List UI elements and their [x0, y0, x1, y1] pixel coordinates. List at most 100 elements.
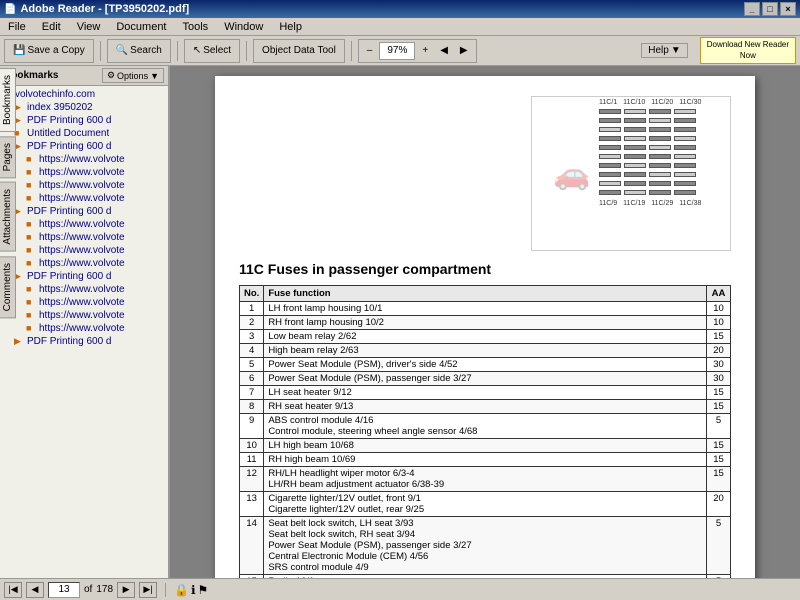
- bookmark-icon: ■: [26, 232, 36, 242]
- comments-tab[interactable]: Comments: [0, 256, 16, 318]
- lock-icon: 🔒: [174, 583, 189, 597]
- toolbar-separator: [100, 41, 101, 61]
- menu-file[interactable]: File: [4, 19, 30, 35]
- bookmark-label: https://www.volvote: [39, 232, 125, 243]
- attachments-tab[interactable]: Attachments: [0, 182, 16, 252]
- row-no: 2: [240, 316, 264, 330]
- row-no: 15: [240, 575, 264, 579]
- nav-back-button[interactable]: ◀: [435, 41, 453, 61]
- bookmark-label: https://www.volvote: [39, 154, 125, 165]
- last-page-button[interactable]: ▶|: [139, 582, 157, 598]
- bookmark-item[interactable]: ■https://www.volvote: [2, 296, 166, 309]
- section-title: 11C Fuses in passenger compartment: [239, 261, 731, 277]
- row-func: LH seat heater 9/12: [264, 386, 707, 400]
- fuse-diagram: 🚗 11C/1 11C/10 11C/20 11C/30: [239, 96, 731, 251]
- table-row: 9 ABS control module 4/16Control module,…: [240, 414, 731, 439]
- bookmark-item[interactable]: ■https://www.volvote: [2, 153, 166, 166]
- row-no: 8: [240, 400, 264, 414]
- bookmark-item[interactable]: ■https://www.volvote: [2, 192, 166, 205]
- bookmark-item[interactable]: ■Untitled Document: [2, 127, 166, 140]
- bookmark-item[interactable]: ▶PDF Printing 600 d: [2, 205, 166, 218]
- bookmark-icon: ■: [26, 323, 36, 333]
- row-func: LH high beam 10/68: [264, 439, 707, 453]
- zoom-out-button[interactable]: –: [362, 41, 378, 61]
- bookmark-item[interactable]: ▶PDF Printing 600 d: [2, 270, 166, 283]
- bookmark-item[interactable]: ▶PDF Printing 600 d: [2, 114, 166, 127]
- bookmark-item[interactable]: ■https://www.volvote: [2, 166, 166, 179]
- select-group: ↖ Select: [184, 39, 240, 63]
- minimize-button[interactable]: _: [744, 2, 760, 16]
- menu-window[interactable]: Window: [220, 19, 267, 35]
- next-page-button[interactable]: ▶: [117, 582, 135, 598]
- row-func: RH/LH headlight wiper motor 6/3-4LH/RH b…: [264, 467, 707, 492]
- bookmark-item[interactable]: ▶PDF Printing 600 d: [2, 335, 166, 348]
- zoom-field[interactable]: [379, 42, 415, 60]
- select-button[interactable]: ↖ Select: [188, 41, 236, 61]
- fuse-col-1: [599, 108, 621, 196]
- bookmark-item[interactable]: ■https://www.volvote: [2, 218, 166, 231]
- window-controls[interactable]: _ □ ×: [744, 2, 796, 16]
- save-copy-button[interactable]: 💾 Save a Copy: [8, 41, 90, 61]
- bookmark-icon: ▶: [14, 336, 24, 347]
- bookmark-item[interactable]: ▶PDF Printing 600 d: [2, 140, 166, 153]
- bookmark-label: https://www.volvote: [39, 323, 125, 334]
- bookmark-icon: ■: [26, 310, 36, 320]
- search-button[interactable]: 🔍 Search: [111, 41, 167, 61]
- toolbar-separator3: [246, 41, 247, 61]
- title-bar: 📄 Adobe Reader - [TP3950202.pdf] _ □ ×: [0, 0, 800, 18]
- close-button[interactable]: ×: [780, 2, 796, 16]
- menu-help[interactable]: Help: [275, 19, 306, 35]
- row-func: ABS control module 4/16Control module, s…: [264, 414, 707, 439]
- row-no: 11: [240, 453, 264, 467]
- object-data-button[interactable]: Object Data Tool: [257, 41, 341, 61]
- bookmark-item[interactable]: ■https://www.volvote: [2, 231, 166, 244]
- bookmark-item[interactable]: ■https://www.volvote: [2, 283, 166, 296]
- menu-document[interactable]: Document: [112, 19, 170, 35]
- options-button[interactable]: ⚙ Options ▼: [102, 68, 164, 83]
- row-func: LH front lamp housing 10/1: [264, 302, 707, 316]
- options-icon: ⚙: [107, 70, 115, 81]
- download-new-reader-button[interactable]: Download New ReaderNow: [700, 37, 796, 64]
- bookmark-item[interactable]: ▶index 3950202: [2, 101, 166, 114]
- floppy-icon: 💾: [13, 45, 25, 56]
- maximize-button[interactable]: □: [762, 2, 778, 16]
- bookmark-label: PDF Printing 600 d: [27, 141, 112, 152]
- nav-forward-button[interactable]: ▶: [455, 41, 473, 61]
- row-aa: 15: [707, 386, 731, 400]
- row-aa: 5: [707, 414, 731, 439]
- table-row: 3 Low beam relay 2/62 15: [240, 330, 731, 344]
- col-header-aa: AA: [707, 286, 731, 302]
- bookmark-label: https://www.volvote: [39, 193, 125, 204]
- pdf-viewer[interactable]: 🚗 11C/1 11C/10 11C/20 11C/30: [170, 66, 800, 578]
- first-page-button[interactable]: |◀: [4, 582, 22, 598]
- zoom-in-button[interactable]: +: [417, 41, 433, 61]
- table-row: 11 RH high beam 10/69 15: [240, 453, 731, 467]
- bookmark-item[interactable]: ■https://www.volvote: [2, 257, 166, 270]
- row-func: High beam relay 2/63: [264, 344, 707, 358]
- menu-view[interactable]: View: [73, 19, 105, 35]
- menu-edit[interactable]: Edit: [38, 19, 65, 35]
- toolbar-separator2: [177, 41, 178, 61]
- info-icon: ℹ: [191, 583, 196, 597]
- bookmark-item[interactable]: ■https://www.volvote: [2, 244, 166, 257]
- bookmark-item[interactable]: ■https://www.volvote: [2, 309, 166, 322]
- help-button[interactable]: Help ▼: [641, 43, 687, 58]
- menu-tools[interactable]: Tools: [179, 19, 213, 35]
- bookmark-label: https://www.volvote: [39, 167, 125, 178]
- bookmark-label: index 3950202: [27, 102, 93, 113]
- menu-bar: File Edit View Document Tools Window Hel…: [0, 18, 800, 36]
- bookmark-label: PDF Printing 600 d: [27, 271, 112, 282]
- col-label-11c20: 11C/20: [651, 99, 673, 106]
- prev-page-button[interactable]: ◀: [26, 582, 44, 598]
- bookmarks-tab[interactable]: Bookmarks: [0, 68, 16, 132]
- bookmark-item[interactable]: ■https://www.volvote: [2, 322, 166, 335]
- bookmark-item[interactable]: ▶volvotechinfo.com: [2, 88, 166, 101]
- bookmark-item[interactable]: ■https://www.volvote: [2, 179, 166, 192]
- table-row: 13 Cigarette lighter/12V outlet, front 9…: [240, 492, 731, 517]
- row-no: 6: [240, 372, 264, 386]
- current-page-field[interactable]: [48, 582, 80, 598]
- bookmark-label: PDF Printing 600 d: [27, 206, 112, 217]
- pages-tab[interactable]: Pages: [0, 136, 16, 178]
- col-label-11c10: 11C/10: [623, 99, 645, 106]
- row-no: 5: [240, 358, 264, 372]
